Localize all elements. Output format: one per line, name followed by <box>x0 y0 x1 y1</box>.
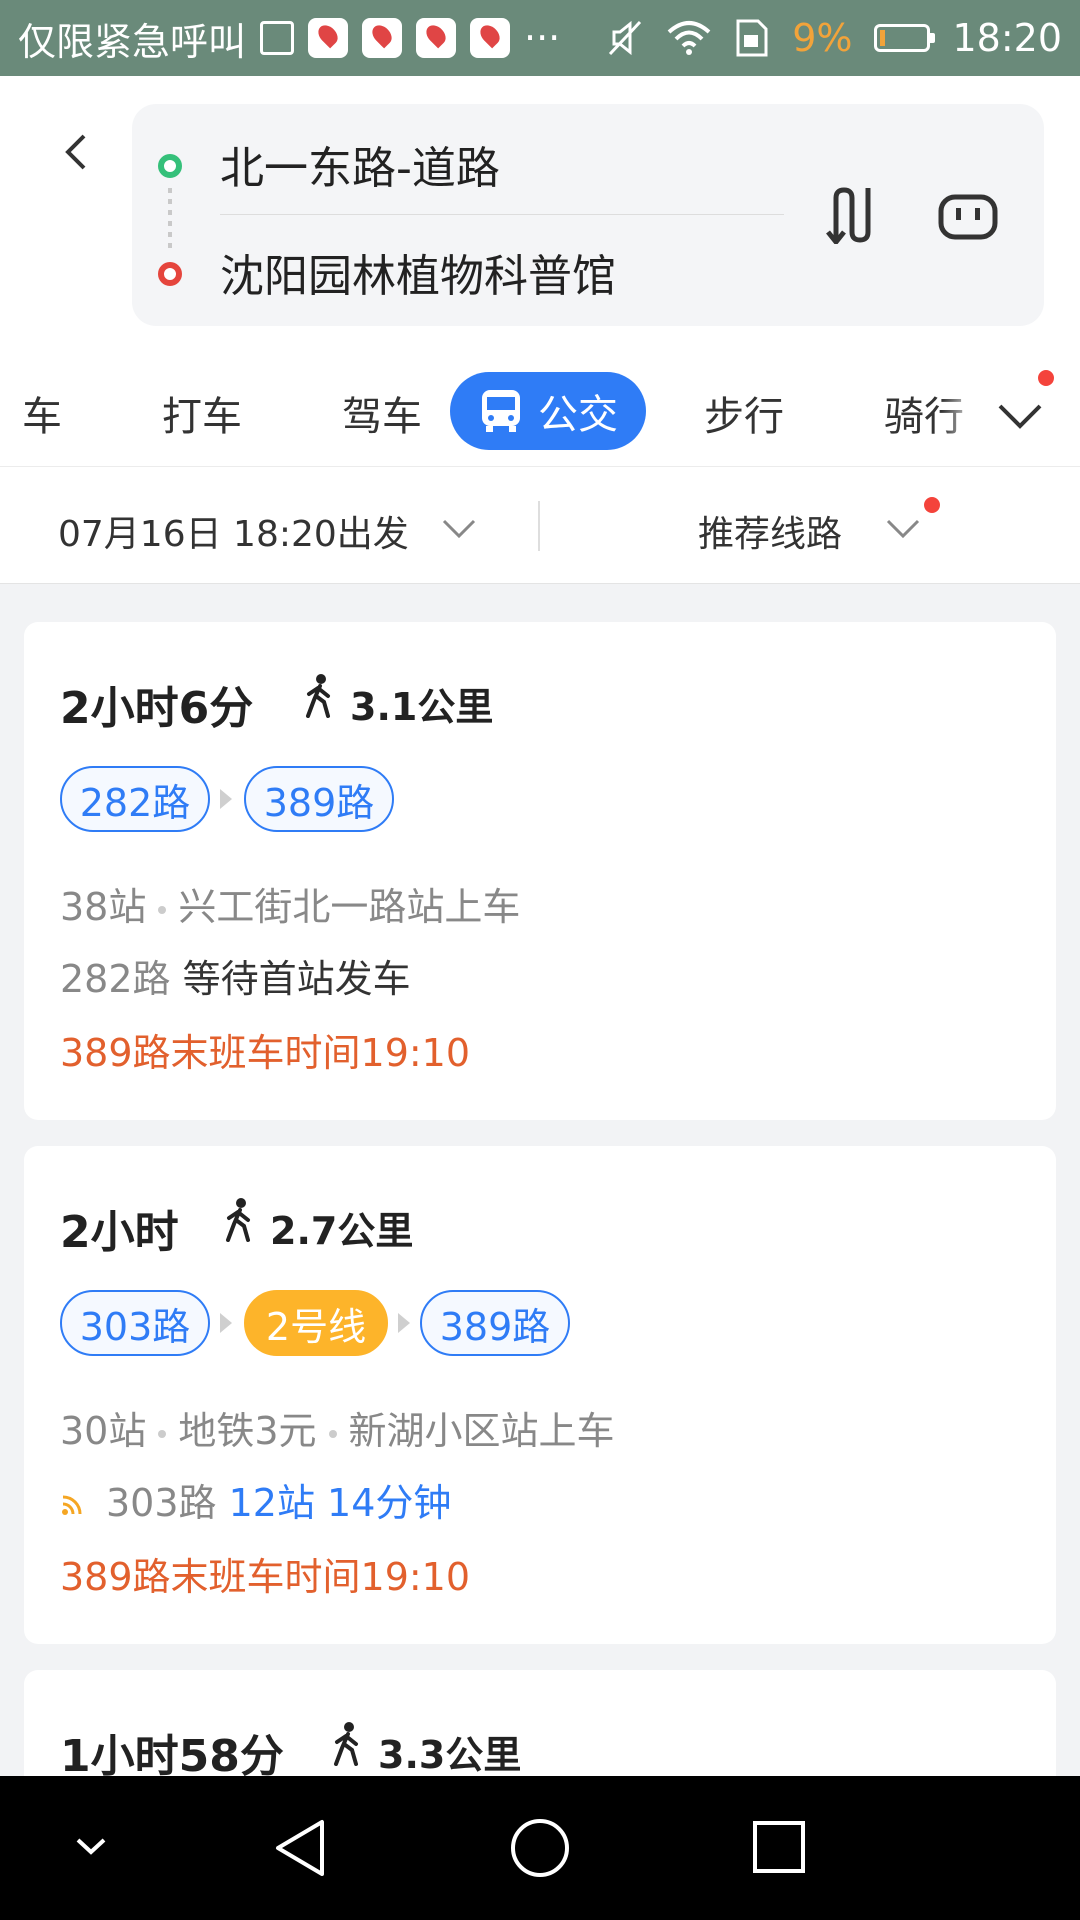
wifi-icon <box>667 21 711 55</box>
last-bus-notice: 389路末班车时间19:10 <box>60 1031 471 1075</box>
walk-icon <box>226 1198 250 1242</box>
end-point-icon <box>158 262 182 286</box>
route-summary: 30站 地铁3元 新湖小区站上车 <box>60 1400 615 1455</box>
baidu-maps-notification-icon <box>470 18 511 58</box>
separator-dot <box>328 1429 337 1438</box>
baidu-maps-notification-icon <box>308 18 349 58</box>
realtime-text: 12站 14分钟 <box>228 1481 452 1525</box>
bus-line-chip: 282路 <box>60 766 210 832</box>
boarding-stop: 新湖小区站上车 <box>348 1409 615 1453</box>
route-divider <box>220 214 784 215</box>
swap-route-icon[interactable] <box>822 186 878 244</box>
stop-count: 30站 <box>60 1409 147 1453</box>
route-sort-selector[interactable]: 推荐线路 <box>698 505 842 557</box>
route-connector <box>168 188 172 252</box>
realtime-text: 等待首站发车 <box>182 957 411 1001</box>
walk-distance: 3.3公里 <box>378 1733 522 1777</box>
mute-icon <box>609 20 642 56</box>
car-preference-icon[interactable] <box>938 194 998 240</box>
route-duration: 2小时6分 <box>60 683 254 734</box>
transfer-arrow-icon <box>220 789 232 809</box>
departure-time-selector[interactable]: 07月16日 18:20出发 <box>58 505 409 557</box>
transfer-arrow-icon <box>398 1313 410 1333</box>
stop-count: 38站 <box>60 885 147 929</box>
home-nav-icon[interactable] <box>510 1818 570 1878</box>
sim-card-icon <box>736 19 768 57</box>
tab-taxi[interactable]: 打车 <box>162 384 242 442</box>
filter-divider <box>538 501 540 551</box>
chevron-down-icon[interactable] <box>442 519 476 539</box>
hide-keyboard-icon[interactable] <box>74 1836 108 1858</box>
emergency-call-text: 仅限紧急呼叫 <box>18 19 247 64</box>
tab-partial[interactable]: 车 <box>22 384 62 442</box>
route-input-panel: 北一东路-道路 沈阳园林植物科普馆 <box>132 104 1044 326</box>
transfer-arrow-icon <box>220 1313 232 1333</box>
realtime-status: 303路 12站 14分钟 <box>60 1472 451 1527</box>
bus-line-chip: 389路 <box>420 1290 570 1356</box>
back-arrow-icon[interactable] <box>56 132 96 172</box>
destination-field[interactable]: 沈阳园林植物科普馆 <box>220 240 616 304</box>
realtime-line: 303路 <box>106 1481 217 1525</box>
tab-ride[interactable]: 骑行 <box>884 384 980 442</box>
realtime-signal-icon <box>62 1495 82 1515</box>
separator-dot <box>158 1429 167 1438</box>
metro-fare: 地铁3元 <box>178 1409 317 1453</box>
route-duration: 2小时 <box>60 1207 179 1258</box>
status-bar: 仅限紧急呼叫 ··· 9% 18:20 <box>0 0 1080 76</box>
battery-icon <box>874 24 936 52</box>
bus-line-chip: 389路 <box>244 766 394 832</box>
last-bus-notice: 389路末班车时间19:10 <box>60 1555 471 1599</box>
walk-icon <box>306 674 330 718</box>
tab-walk[interactable]: 步行 <box>704 384 784 442</box>
separator-dot <box>158 905 167 914</box>
tab-bus-label: 公交 <box>538 392 618 438</box>
walk-icon <box>334 1722 358 1766</box>
transport-mode-tabs: 车 打车 驾车 公交 步行 骑行 <box>0 356 1080 466</box>
boarding-stop: 兴工街北一路站上车 <box>178 885 521 929</box>
bus-icon <box>482 390 520 432</box>
back-nav-icon[interactable] <box>272 1816 328 1880</box>
chevron-down-icon[interactable] <box>996 400 1044 432</box>
clock: 18:20 <box>952 16 1062 60</box>
route-card[interactable]: 2小时 2.7公里 303路 2号线 389路 30站 地铁3元 新湖小区站上车 3… <box>24 1146 1056 1644</box>
start-point-icon <box>158 154 182 178</box>
more-notifications-icon: ··· <box>524 16 561 60</box>
tab-notification-dot <box>1038 370 1054 386</box>
tab-drive[interactable]: 驾车 <box>342 384 422 442</box>
battery-percent: 9% <box>792 16 853 60</box>
walk-distance: 3.1公里 <box>350 685 494 729</box>
route-duration: 1小时58分 <box>60 1731 284 1782</box>
walk-distance: 2.7公里 <box>270 1209 414 1253</box>
baidu-maps-notification-icon <box>416 18 457 58</box>
realtime-line: 282路 <box>60 957 171 1001</box>
route-summary: 38站 兴工街北一路站上车 <box>60 876 520 931</box>
metro-line-chip: 2号线 <box>244 1290 388 1356</box>
baidu-maps-notification-icon <box>362 18 403 58</box>
filter-bar: 07月16日 18:20出发 推荐线路 <box>0 466 1080 584</box>
realtime-status: 282路 等待首站发车 <box>60 948 411 1003</box>
origin-field[interactable]: 北一东路-道路 <box>220 132 500 196</box>
image-icon <box>260 21 295 55</box>
route-card[interactable]: 2小时6分 3.1公里 282路 389路 38站 兴工街北一路站上车 282路 … <box>24 622 1056 1120</box>
route-header: 北一东路-道路 沈阳园林植物科普馆 车 打车 驾车 公交 步行 骑行 <box>0 76 1080 466</box>
bus-line-chip: 303路 <box>60 1290 210 1356</box>
system-navigation-bar <box>0 1776 1080 1920</box>
sort-notification-dot <box>924 497 940 513</box>
recents-nav-icon[interactable] <box>752 1820 806 1874</box>
chevron-down-icon[interactable] <box>886 519 920 539</box>
tab-bus[interactable]: 公交 <box>450 372 646 450</box>
